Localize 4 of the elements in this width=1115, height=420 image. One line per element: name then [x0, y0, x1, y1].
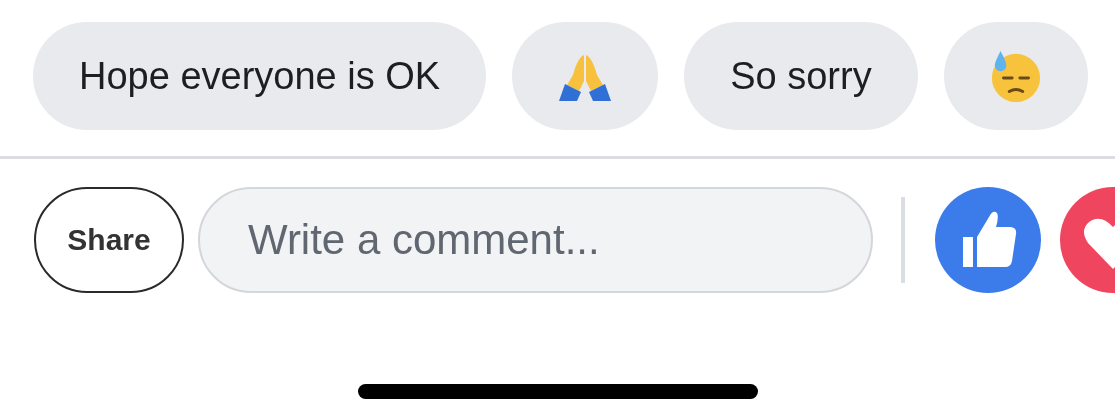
quick-reply-chip[interactable]: So sorry: [684, 22, 918, 130]
share-button[interactable]: Share: [34, 187, 184, 293]
quick-reply-chip[interactable]: Hope everyone is OK: [33, 22, 487, 130]
comment-field[interactable]: Write a comment...: [198, 187, 873, 293]
